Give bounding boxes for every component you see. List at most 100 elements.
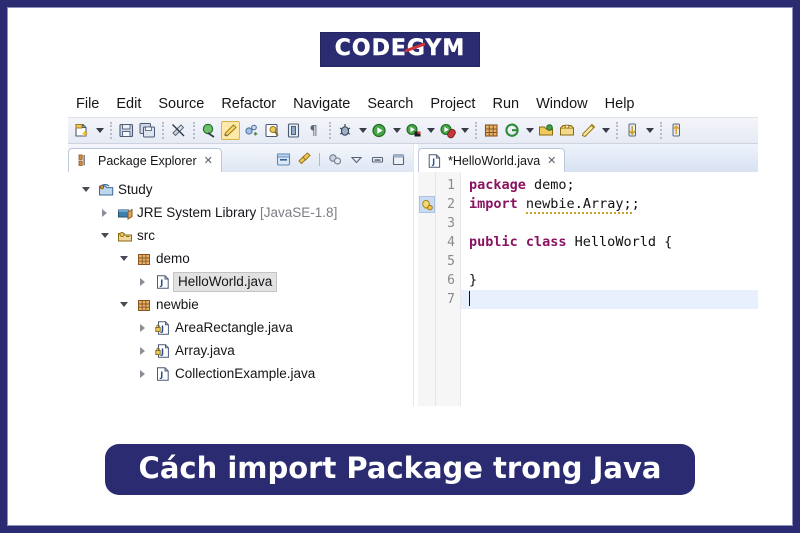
toolbar-show-whitespace-icon[interactable]: ¶ <box>305 121 324 140</box>
view-menu-icon[interactable] <box>348 151 364 167</box>
svg-text:J: J <box>159 370 163 379</box>
chevron-down-icon[interactable] <box>116 256 131 261</box>
menu-item-edit[interactable]: Edit <box>116 96 141 112</box>
tree-item-study[interactable]: Study <box>72 178 413 201</box>
toolbar-open-folder-icon[interactable] <box>537 121 556 140</box>
page-border-frame: CODEGYM File Edit Source Refactor Navigate Se… <box>0 0 800 533</box>
java-file-package-icon: J <box>154 342 171 359</box>
maximize-icon[interactable] <box>390 151 406 167</box>
chevron-right-icon[interactable] <box>97 209 112 217</box>
toolbar-search-pen-icon[interactable] <box>579 121 598 140</box>
toolbar-dropdown-arrow-icon[interactable] <box>94 121 105 140</box>
menu-item-navigate[interactable]: Navigate <box>293 96 350 112</box>
menu-item-window[interactable]: Window <box>536 96 588 112</box>
tree-item-newbie[interactable]: newbie <box>72 293 413 316</box>
tab-package-explorer-close-icon[interactable]: ✕ <box>204 154 213 167</box>
chevron-right-icon[interactable] <box>135 370 150 378</box>
tree-item-array-java[interactable]: J Array.java <box>72 339 413 362</box>
tree-item-label: demo <box>156 250 190 266</box>
toolbar-dropdown-arrow-icon[interactable] <box>524 121 535 140</box>
code-text[interactable]: package demo; import newbie.Array;; public… <box>461 172 758 406</box>
code-keyword: import <box>469 196 518 212</box>
toolbar-archive-icon[interactable] <box>558 121 577 140</box>
toolbar-dropdown-arrow-icon[interactable] <box>459 121 470 140</box>
package-icon <box>135 250 152 267</box>
toolbar-debug-skip-breakpoints-icon[interactable] <box>200 121 219 140</box>
tab-helloworld-java[interactable]: J *HelloWorld.java ✕ <box>418 148 566 172</box>
menu-item-help[interactable]: Help <box>605 96 635 112</box>
toolbar-external-tools-icon[interactable] <box>438 121 457 140</box>
toolbar-run-icon[interactable] <box>370 121 389 140</box>
toolbar-dropdown-arrow-icon[interactable] <box>644 121 655 140</box>
toolbar-open-task-icon[interactable] <box>284 121 303 140</box>
tree-item-jre-system-library[interactable]: JRE System Library [JavaSE-1.8] <box>72 201 413 224</box>
code-line-1[interactable]: package demo; <box>469 176 758 195</box>
code-line-7[interactable] <box>461 290 758 309</box>
codegym-logo-text: CODEGYM <box>334 36 466 61</box>
menu-item-refactor[interactable]: Refactor <box>221 96 276 112</box>
source-folder-icon <box>116 227 133 244</box>
code-line-2[interactable]: import newbie.Array;; <box>469 195 758 214</box>
toolbar: ¶ <box>68 117 758 144</box>
tree-item-label: JRE System Library [JavaSE-1.8] <box>137 204 338 220</box>
toolbar-next-annotation-icon[interactable] <box>667 121 686 140</box>
tree-item-src[interactable]: src <box>72 224 413 247</box>
tab-helloworld-java-close-icon[interactable]: ✕ <box>547 154 556 167</box>
line-number: 3 <box>447 216 455 231</box>
tree-item-demo[interactable]: demo <box>72 247 413 270</box>
toolbar-new-file-icon[interactable] <box>73 121 92 140</box>
toolbar-dropdown-arrow-icon[interactable] <box>357 121 368 140</box>
code-text-token: ; <box>631 196 640 212</box>
editor-marker-gutter[interactable] <box>418 172 436 406</box>
tree-item-label: CollectionExample.java <box>175 365 316 381</box>
toolbar-dropdown-arrow-icon[interactable] <box>600 121 611 140</box>
svg-text:J: J <box>431 157 435 166</box>
view-filter-icon[interactable] <box>327 151 343 167</box>
link-with-editor-icon[interactable] <box>296 151 312 167</box>
brand-logo-container: CODEGYM <box>8 32 792 67</box>
chevron-right-icon[interactable] <box>135 324 150 332</box>
menu-item-search[interactable]: Search <box>367 96 413 112</box>
toolbar-open-type-icon[interactable] <box>263 121 282 140</box>
package-icon <box>135 296 152 313</box>
menu-item-file[interactable]: File <box>76 96 99 112</box>
chevron-down-icon[interactable] <box>116 302 131 307</box>
code-line-5[interactable] <box>469 252 758 271</box>
toolbar-separator <box>616 122 618 139</box>
menu-item-run[interactable]: Run <box>492 96 519 112</box>
code-editor[interactable]: 1234567 package demo; import newbie.Array… <box>418 172 758 406</box>
toolbar-new-class-icon[interactable] <box>503 121 522 140</box>
quick-fix-warning-icon[interactable] <box>419 196 435 213</box>
tree-item-arearectangle-java[interactable]: J AreaRectangle.java <box>72 316 413 339</box>
tab-helloworld-java-label: *HelloWorld.java <box>448 153 541 168</box>
package-explorer-icon <box>76 152 93 169</box>
project-tree[interactable]: Study JRE System Library [JavaSE-1.8] src d… <box>68 172 413 385</box>
menu-item-project[interactable]: Project <box>430 96 475 112</box>
toolbar-save-icon[interactable] <box>117 121 136 140</box>
collapse-all-icon[interactable] <box>275 151 291 167</box>
toolbar-dropdown-arrow-icon[interactable] <box>391 121 402 140</box>
toolbar-no-link-icon[interactable] <box>169 121 188 140</box>
toolbar-new-package-icon[interactable] <box>482 121 501 140</box>
toolbar-previous-annotation-icon[interactable] <box>623 121 642 140</box>
code-line-6[interactable]: } <box>469 271 758 290</box>
toolbar-coverage-icon[interactable] <box>404 121 423 140</box>
minimize-icon[interactable] <box>369 151 385 167</box>
code-text-token: HelloWorld { <box>566 234 673 250</box>
toolbar-debug-icon[interactable] <box>336 121 355 140</box>
eclipse-ide-window: File Edit Source Refactor Navigate Search Proj… <box>68 91 758 406</box>
toolbar-dropdown-arrow-icon[interactable] <box>425 121 436 140</box>
tab-package-explorer[interactable]: Package Explorer ✕ <box>68 148 222 172</box>
code-line-4[interactable]: public class HelloWorld { <box>469 233 758 252</box>
chevron-right-icon[interactable] <box>135 278 150 286</box>
chevron-right-icon[interactable] <box>135 347 150 355</box>
code-line-3[interactable] <box>469 214 758 233</box>
tree-item-collectionexample-java[interactable]: J CollectionExample.java <box>72 362 413 385</box>
menu-item-source[interactable]: Source <box>158 96 204 112</box>
toolbar-highlight-pen-icon[interactable] <box>221 121 240 140</box>
toolbar-save-all-icon[interactable] <box>138 121 157 140</box>
chevron-down-icon[interactable] <box>97 233 112 238</box>
toolbar-toggle-mark-occurrences-icon[interactable] <box>242 121 261 140</box>
tree-item-helloworld-java[interactable]: J HelloWorld.java <box>72 270 413 293</box>
chevron-down-icon[interactable] <box>78 187 93 192</box>
